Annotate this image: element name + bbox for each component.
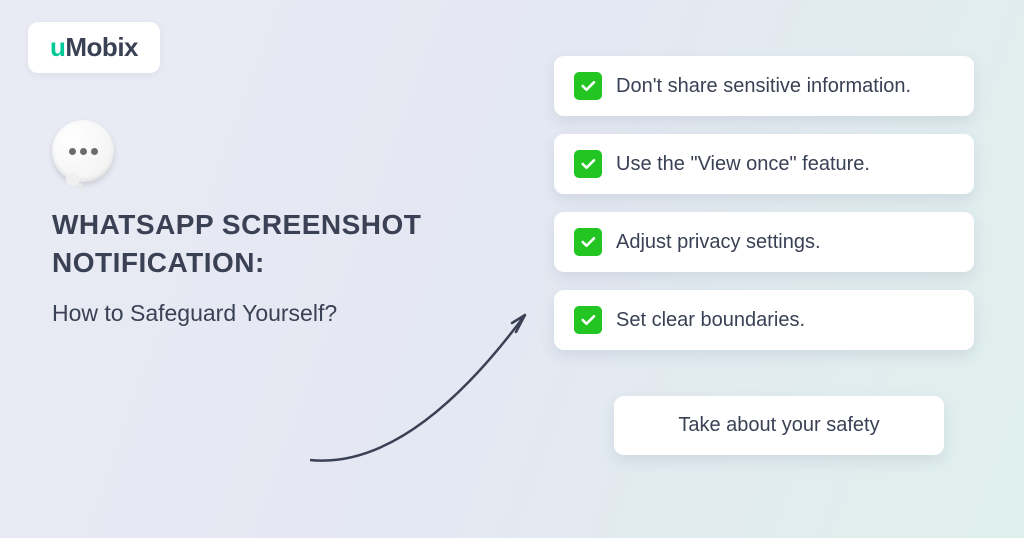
- dots-icon: [69, 148, 98, 155]
- logo: uMobix: [50, 32, 138, 62]
- tip-card: Use the "View once" feature.: [554, 134, 974, 194]
- main-title: WHATSAPP SCREENSHOT NOTIFICATION:: [52, 206, 472, 282]
- arrow-icon: [290, 300, 550, 470]
- logo-suffix: Mobix: [65, 32, 138, 62]
- tip-text: Set clear boundaries.: [616, 309, 805, 332]
- tip-text: Adjust privacy settings.: [616, 231, 821, 254]
- tip-text: Don't share sensitive information.: [616, 75, 911, 98]
- tip-card: Set clear boundaries.: [554, 290, 974, 350]
- logo-box: uMobix: [28, 22, 160, 73]
- speech-bubble-icon: [52, 120, 114, 182]
- tip-text: Use the "View once" feature.: [616, 153, 870, 176]
- tip-card: Adjust privacy settings.: [554, 212, 974, 272]
- tips-column: Don't share sensitive information. Use t…: [554, 56, 974, 455]
- check-icon: [574, 72, 602, 100]
- check-icon: [574, 228, 602, 256]
- check-icon: [574, 150, 602, 178]
- tip-card: Don't share sensitive information.: [554, 56, 974, 116]
- check-icon: [574, 306, 602, 334]
- cta-text: Take about your safety: [678, 414, 879, 436]
- cta-card: Take about your safety: [614, 396, 944, 455]
- logo-prefix: u: [50, 32, 65, 62]
